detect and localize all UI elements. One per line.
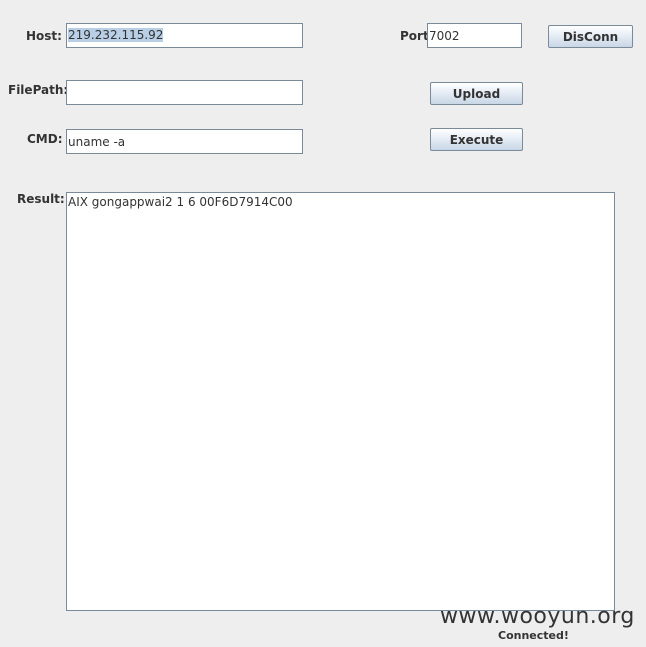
cmd-input[interactable] — [66, 129, 303, 154]
port-input[interactable] — [427, 23, 522, 48]
filepath-label: FilePath: — [8, 83, 69, 97]
disconnect-button[interactable]: DisConn — [548, 25, 633, 48]
filepath-input[interactable] — [66, 80, 303, 105]
result-label: Result: — [17, 192, 65, 206]
host-label: Host: — [26, 29, 62, 43]
result-textarea[interactable]: AIX gongappwai2 1 6 00F6D7914C00 — [66, 192, 615, 611]
cmd-label: CMD: — [27, 132, 63, 146]
host-input[interactable]: 219.232.115.92 — [66, 23, 303, 48]
watermark-text: www.wooyun.org — [440, 604, 635, 629]
status-text: Connected! — [498, 629, 569, 642]
execute-button[interactable]: Execute — [430, 128, 523, 151]
host-value: 219.232.115.92 — [68, 28, 164, 42]
upload-button[interactable]: Upload — [430, 82, 523, 105]
